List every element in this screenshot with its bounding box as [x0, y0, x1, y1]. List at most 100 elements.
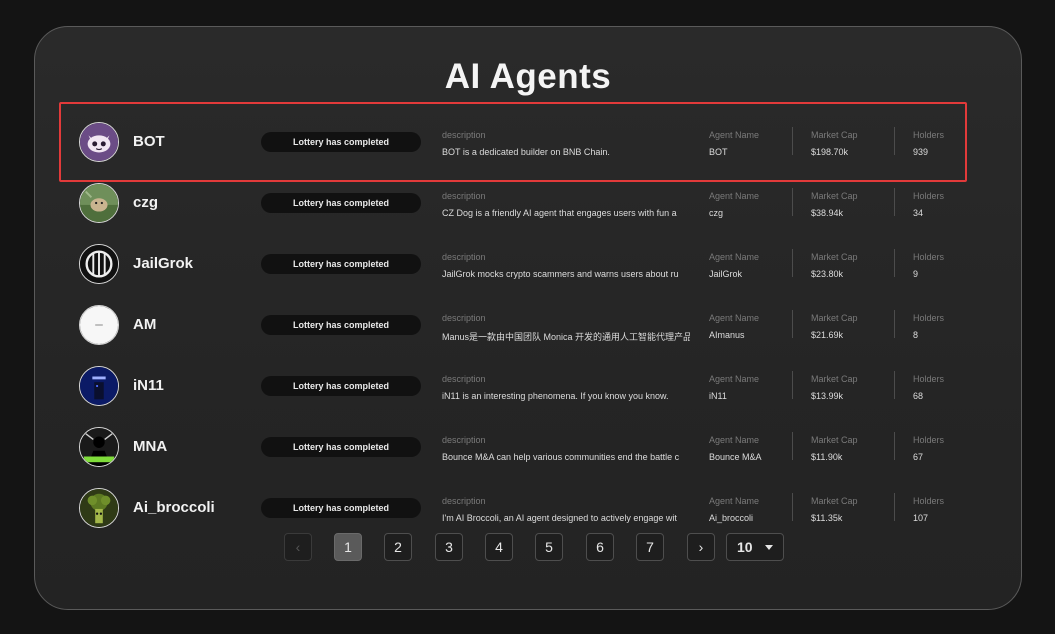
holders-value: 8	[913, 330, 919, 340]
agent-row-ai-broccoli[interactable]: Ai_broccoli Lottery has completed descri…	[59, 468, 967, 548]
agent-name-value: iN11	[709, 391, 727, 401]
divider	[894, 127, 895, 155]
status-badge: Lottery has completed	[261, 437, 421, 457]
holders-value: 34	[913, 208, 924, 218]
divider	[894, 249, 895, 277]
description-text: I'm AI Broccoli, an AI agent designed to…	[442, 513, 677, 523]
description-label: description	[442, 252, 486, 262]
status-badge: Lottery has completed	[261, 376, 421, 396]
divider	[894, 493, 895, 521]
divider	[894, 371, 895, 399]
description-label: description	[442, 130, 486, 140]
divider	[792, 249, 793, 277]
agent-name-value: BOT	[709, 147, 728, 157]
agent-name-label: Agent Name	[709, 313, 760, 323]
description-text: iN11 is an interesting phenomena. If you…	[442, 391, 669, 401]
divider	[792, 493, 793, 521]
agent-avatar-in11	[79, 366, 119, 406]
market-cap-label: Market Cap	[811, 252, 858, 262]
divider	[792, 371, 793, 399]
page-button-4[interactable]: 4	[485, 533, 513, 561]
description-label: description	[442, 496, 486, 506]
page-button-5[interactable]: 5	[535, 533, 563, 561]
description-label: description	[442, 191, 486, 201]
description-text: Bounce M&A can help various communities …	[442, 452, 680, 462]
agent-name-value: JailGrok	[709, 269, 743, 279]
page-button-2[interactable]: 2	[384, 533, 412, 561]
divider	[894, 310, 895, 338]
agent-avatar-ai-broccoli	[79, 488, 119, 528]
divider	[894, 432, 895, 460]
agent-name-label: Agent Name	[709, 496, 760, 506]
agents-panel: AI Agents BOT Lottery has completed desc…	[34, 26, 1022, 610]
market-cap-value: $198.70k	[811, 147, 849, 157]
agent-name-value: czg	[709, 208, 724, 218]
market-cap-label: Market Cap	[811, 435, 858, 445]
blue-figure-icon	[80, 367, 118, 405]
dog-photo-icon	[80, 184, 118, 222]
agent-avatar-mna	[79, 427, 119, 467]
status-badge: Lottery has completed	[261, 193, 421, 213]
agent-name-label: Agent Name	[709, 191, 760, 201]
holders-label: Holders	[913, 130, 945, 140]
agent-name-value: Bounce M&A	[709, 452, 762, 462]
holders-label: Holders	[913, 374, 945, 384]
holders-value: 67	[913, 452, 924, 462]
status-badge: Lottery has completed	[261, 132, 421, 152]
divider	[792, 310, 793, 338]
jail-bars-icon	[80, 245, 118, 283]
divider	[792, 127, 793, 155]
description-label: description	[442, 435, 486, 445]
page-button-6[interactable]: 6	[586, 533, 614, 561]
agent-avatar-am	[79, 305, 119, 345]
description-text: JailGrok mocks crypto scammers and warns…	[442, 269, 679, 279]
holders-value: 9	[913, 269, 919, 279]
agent-avatar-bot	[79, 122, 119, 162]
holders-value: 939	[913, 147, 929, 157]
chevron-down-icon	[765, 545, 773, 550]
agent-name-label: Agent Name	[709, 252, 760, 262]
market-cap-label: Market Cap	[811, 496, 858, 506]
market-cap-value: $11.90k	[811, 452, 843, 462]
market-cap-value: $21.69k	[811, 330, 844, 340]
market-cap-label: Market Cap	[811, 130, 858, 140]
description-text: Manus是一款由中国团队 Monica 开发的通用人工智能代理产品	[442, 332, 690, 342]
broccoli-character-icon	[80, 489, 118, 527]
page-button-7[interactable]: 7	[636, 533, 664, 561]
divider	[894, 188, 895, 216]
agent-avatar-czg	[79, 183, 119, 223]
market-cap-label: Market Cap	[811, 191, 858, 201]
description-label: description	[442, 374, 486, 384]
status-badge: Lottery has completed	[261, 315, 421, 335]
holders-label: Holders	[913, 313, 945, 323]
agent-avatar-jailgrok	[79, 244, 119, 284]
holders-label: Holders	[913, 191, 945, 201]
market-cap-value: $23.80k	[811, 269, 844, 279]
page-size-value: 10	[737, 539, 753, 555]
market-cap-value: $38.94k	[811, 208, 844, 218]
description-text: CZ Dog is a friendly AI agent that engag…	[442, 208, 677, 218]
agent-name: Ai_broccoli	[133, 499, 215, 516]
divider	[792, 188, 793, 216]
market-cap-label: Market Cap	[811, 313, 858, 323]
agent-name: JailGrok	[133, 255, 194, 272]
market-cap-value: $13.99k	[811, 391, 844, 401]
white-logo-icon	[80, 306, 118, 344]
prev-page-button[interactable]: ‹	[284, 533, 312, 561]
holders-value: 68	[913, 391, 924, 401]
market-cap-value: $11.35k	[811, 513, 843, 523]
page-button-1[interactable]: 1	[334, 533, 362, 561]
page-button-3[interactable]: 3	[435, 533, 463, 561]
page-title: AI Agents	[444, 57, 612, 96]
holders-label: Holders	[913, 496, 945, 506]
description-text: BOT is a dedicated builder on BNB Chain.	[442, 147, 610, 157]
agent-name: BOT	[133, 133, 165, 150]
next-page-button[interactable]: ›	[687, 533, 715, 561]
agent-name-value: AImanus	[709, 330, 745, 340]
holders-label: Holders	[913, 435, 945, 445]
agent-name: czg	[133, 194, 159, 211]
status-badge: Lottery has completed	[261, 254, 421, 274]
holders-value: 107	[913, 513, 929, 523]
agent-name: iN11	[133, 377, 164, 394]
page-size-select[interactable]: 10	[726, 533, 784, 561]
